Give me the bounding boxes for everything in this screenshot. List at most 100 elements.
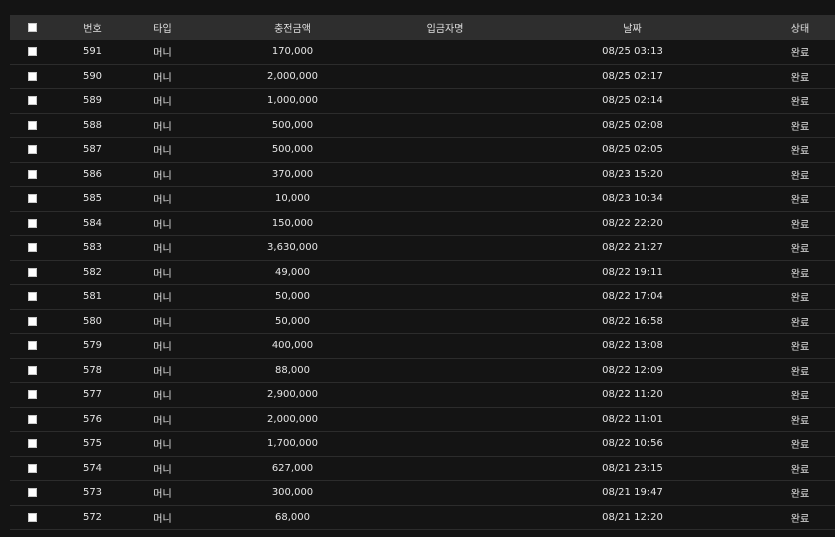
row-amount: 68,000 <box>275 511 310 523</box>
row-type: 머니 <box>153 97 172 109</box>
row-checkbox[interactable] <box>28 463 37 473</box>
row-checkbox[interactable] <box>28 267 37 277</box>
row-checkbox[interactable] <box>28 169 37 179</box>
row-status: 완료 <box>790 415 810 427</box>
row-type: 머니 <box>153 72 172 84</box>
row-checkbox[interactable] <box>28 218 37 228</box>
row-checkbox[interactable] <box>28 316 37 326</box>
table-row[interactable]: 582 머니 49,000 08/22 19:11 완료 <box>10 261 835 285</box>
row-date: 08/22 10:56 <box>602 438 663 450</box>
row-date: 08/25 03:13 <box>602 46 663 58</box>
row-checkbox[interactable] <box>28 292 37 302</box>
row-amount: 2,000,000 <box>267 413 318 425</box>
table-row[interactable]: 575 머니 1,700,000 08/22 10:56 완료 <box>10 432 835 457</box>
table-row[interactable]: 578 머니 88,000 08/22 12:09 완료 <box>10 359 835 383</box>
header-status[interactable]: 상태 <box>765 20 835 35</box>
row-check-cell <box>10 341 55 351</box>
table-row[interactable]: 584 머니 150,000 08/22 22:20 완료 <box>10 212 835 236</box>
row-no: 588 <box>82 119 103 131</box>
row-amount: 50,000 <box>275 315 310 327</box>
row-checkbox[interactable] <box>28 71 37 81</box>
row-no: 573 <box>82 487 103 499</box>
table-row[interactable]: 589 머니 1,000,000 08/25 02:14 완료 <box>10 89 835 114</box>
row-checkbox[interactable] <box>28 488 37 498</box>
row-no: 586 <box>82 168 103 180</box>
header-depositor[interactable]: 입금자명 <box>390 20 500 35</box>
table-row[interactable]: 576 머니 2,000,000 08/22 11:01 완료 <box>10 408 835 432</box>
row-type: 머니 <box>153 219 172 231</box>
row-no: 575 <box>82 438 103 450</box>
row-check-cell <box>10 96 55 106</box>
row-checkbox[interactable] <box>28 145 37 155</box>
select-all-checkbox[interactable] <box>28 23 37 32</box>
table-row[interactable]: 573 머니 300,000 08/21 19:47 완료 <box>10 481 835 506</box>
row-date: 08/25 02:17 <box>602 70 663 82</box>
row-check-cell <box>10 390 55 400</box>
row-check-cell <box>10 71 55 81</box>
header-type[interactable]: 타입 <box>130 20 195 35</box>
row-amount: 50,000 <box>275 291 310 303</box>
row-checkbox[interactable] <box>28 512 37 522</box>
row-amount: 49,000 <box>275 266 310 278</box>
row-no: 580 <box>82 315 103 327</box>
header-no[interactable]: 번호 <box>55 20 130 35</box>
row-type: 머니 <box>153 170 172 182</box>
row-no: 582 <box>82 266 103 278</box>
row-status: 완료 <box>790 293 810 305</box>
row-amount: 500,000 <box>271 144 314 156</box>
row-check-cell <box>10 414 55 424</box>
row-amount: 500,000 <box>271 119 314 131</box>
row-check-cell <box>10 316 55 326</box>
row-checkbox[interactable] <box>28 390 37 400</box>
row-check-cell <box>10 194 55 204</box>
row-status: 완료 <box>790 146 810 158</box>
header-date[interactable]: 날짜 <box>500 20 765 35</box>
row-check-cell <box>10 512 55 522</box>
row-checkbox[interactable] <box>28 365 37 375</box>
row-checkbox[interactable] <box>28 47 37 57</box>
row-status: 완료 <box>790 268 810 280</box>
row-checkbox[interactable] <box>28 414 37 424</box>
table-row[interactable]: 587 머니 500,000 08/25 02:05 완료 <box>10 138 835 163</box>
row-date: 08/22 12:09 <box>602 364 663 376</box>
row-checkbox[interactable] <box>28 341 37 351</box>
table-row[interactable]: 590 머니 2,000,000 08/25 02:17 완료 <box>10 65 835 89</box>
row-status: 완료 <box>790 391 810 403</box>
table-row[interactable]: 586 머니 370,000 08/23 15:20 완료 <box>10 163 835 187</box>
row-no: 585 <box>82 193 103 205</box>
table-row[interactable]: 577 머니 2,900,000 08/22 11:20 완료 <box>10 383 835 408</box>
row-checkbox[interactable] <box>28 439 37 449</box>
row-checkbox[interactable] <box>28 194 37 204</box>
row-type: 머니 <box>153 48 172 60</box>
row-amount: 170,000 <box>271 46 314 58</box>
table-row[interactable]: 585 머니 10,000 08/23 10:34 완료 <box>10 187 835 212</box>
table-row[interactable]: 583 머니 3,630,000 08/22 21:27 완료 <box>10 236 835 261</box>
row-amount: 10,000 <box>275 193 310 205</box>
row-status: 완료 <box>790 170 810 182</box>
row-type: 머니 <box>153 121 172 133</box>
row-date: 08/23 15:20 <box>602 168 663 180</box>
table-row[interactable]: 588 머니 500,000 08/25 02:08 완료 <box>10 114 835 138</box>
row-type: 머니 <box>153 440 172 452</box>
row-checkbox[interactable] <box>28 120 37 130</box>
row-amount: 2,900,000 <box>267 389 318 401</box>
table-row[interactable]: 572 머니 68,000 08/21 12:20 완료 <box>10 506 835 530</box>
table-row[interactable]: 574 머니 627,000 08/21 23:15 완료 <box>10 457 835 481</box>
row-no: 578 <box>82 364 103 376</box>
table-row[interactable]: 591 머니 170,000 08/25 03:13 완료 <box>10 40 835 65</box>
row-status: 완료 <box>790 317 810 329</box>
row-status: 완료 <box>790 440 810 452</box>
row-amount: 627,000 <box>271 462 314 474</box>
table-body: 591 머니 170,000 08/25 03:13 완료 590 머니 2,000,000 0… <box>10 40 835 530</box>
header-amount[interactable]: 충전금액 <box>195 20 390 35</box>
row-type: 머니 <box>153 195 172 207</box>
row-type: 머니 <box>153 146 172 158</box>
table-row[interactable]: 581 머니 50,000 08/22 17:04 완료 <box>10 285 835 310</box>
row-checkbox[interactable] <box>28 96 37 106</box>
row-date: 08/25 02:08 <box>602 119 663 131</box>
row-checkbox[interactable] <box>28 243 37 253</box>
table-row[interactable]: 580 머니 50,000 08/22 16:58 완료 <box>10 310 835 334</box>
row-no: 572 <box>82 511 103 523</box>
row-type: 머니 <box>153 268 172 280</box>
table-row[interactable]: 579 머니 400,000 08/22 13:08 완료 <box>10 334 835 359</box>
